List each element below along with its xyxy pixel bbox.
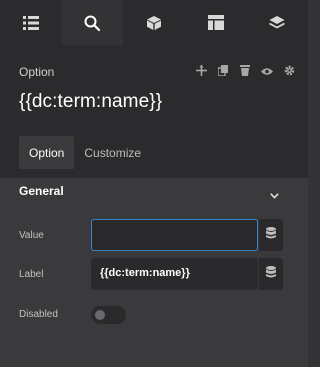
database-icon [266,226,276,244]
tab-elements[interactable] [123,0,185,45]
layers-icon [269,15,286,31]
label-dynamic-content-button[interactable] [259,258,283,290]
general-section-header[interactable]: General [0,178,308,204]
cube-icon [146,15,162,31]
duplicate-button[interactable] [212,65,234,79]
database-icon [266,265,276,283]
disabled-label: Disabled [19,309,58,320]
label-input-text: {{dc:term:name}} [100,267,190,279]
inspector-subtabs: Option Customize [19,136,151,169]
toggle-knob [95,310,105,320]
value-label: Value [19,230,44,241]
tab-layers[interactable] [246,0,308,45]
subtab-option[interactable]: Option [19,136,75,169]
search-icon [84,15,101,31]
move-icon [195,63,207,81]
element-title: {{dc:term:name}} [19,91,163,112]
subtab-customize[interactable]: Customize [74,136,151,169]
section-title: General [19,184,64,198]
move-button[interactable] [190,65,212,79]
disabled-toggle[interactable] [91,306,126,324]
gear-icon [284,63,295,81]
settings-button[interactable] [278,65,300,79]
eye-icon [261,63,273,81]
list-icon [22,15,39,30]
tab-inspector[interactable] [61,0,124,45]
value-dynamic-content-button[interactable] [259,219,283,251]
value-input[interactable] [91,219,258,251]
delete-button[interactable] [234,65,256,79]
top-toolbar [0,0,308,45]
layout-icon [207,15,224,30]
element-actions [190,65,300,79]
general-section: General Value Label {{dc:term:name}} Dis… [0,178,308,367]
tab-structure[interactable] [0,0,62,45]
trash-icon [240,63,250,81]
toggle-visibility-button[interactable] [256,65,278,79]
copy-icon [217,63,228,81]
tab-layout[interactable] [185,0,247,45]
element-type-label: Option [19,65,55,79]
label-input[interactable]: {{dc:term:name}} [91,258,258,290]
chevron-down-icon [270,186,279,204]
label-label: Label [19,269,44,280]
element-header: Option {{dc:term:name}} Option Customize [0,45,308,178]
